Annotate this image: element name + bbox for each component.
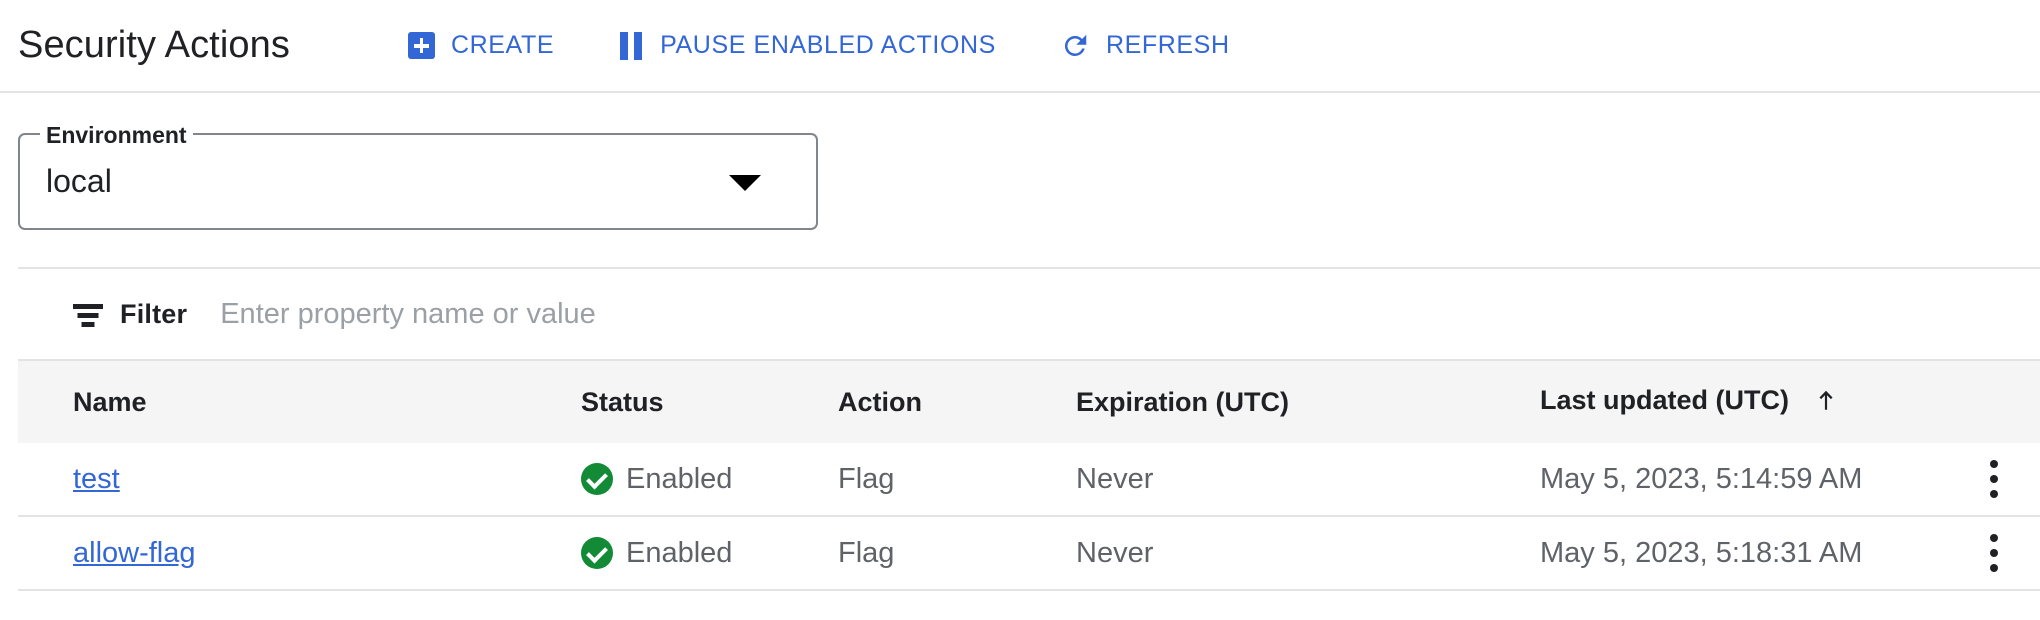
pause-enabled-actions-button-label: PAUSE ENABLED ACTIONS [660, 31, 996, 59]
sort-ascending-arrow-icon [1813, 387, 1839, 420]
page-toolbar: CREATE PAUSE ENABLED ACTIONS REFRESH [404, 25, 1234, 67]
check-circle-icon [581, 463, 613, 495]
chevron-down-icon [729, 175, 761, 191]
refresh-button-label: REFRESH [1105, 31, 1230, 59]
cell-row-menu [1990, 516, 2040, 591]
table-header-row: Name Status Action Expiration (UTC) Last… [18, 361, 2040, 443]
status-badge: Enabled [626, 462, 733, 495]
cell-expiration: Never [1076, 443, 1540, 517]
refresh-button[interactable]: REFRESH [1056, 25, 1234, 67]
cell-name: allow-flag [18, 516, 581, 591]
filter-label: Filter [120, 298, 188, 329]
column-header-action[interactable]: Action [838, 361, 1076, 443]
environment-selected-value: local [46, 163, 112, 199]
filter-list-icon [73, 302, 103, 327]
action-name-link[interactable]: allow-flag [73, 537, 196, 569]
filter-row[interactable]: Filter [18, 269, 2040, 361]
more-vert-icon[interactable] [1990, 534, 2040, 572]
column-header-actions-menu [1990, 361, 2040, 443]
environment-select[interactable]: Environment local [18, 123, 818, 230]
page-header: Security Actions CREATE PAUSE ENABLED AC… [0, 0, 2040, 93]
cell-status: Enabled [581, 516, 838, 591]
table-row[interactable]: test Enabled Flag Never May 5, 2023, 5:1… [18, 443, 2040, 517]
cell-action: Flag [838, 516, 1076, 591]
pause-enabled-actions-button[interactable]: PAUSE ENABLED ACTIONS [614, 25, 1000, 66]
pause-icon [618, 31, 644, 60]
filter-input[interactable] [220, 297, 1121, 331]
more-vert-icon[interactable] [1990, 460, 2040, 498]
table-row[interactable]: allow-flag Enabled Flag Never May 5, 202… [18, 516, 2040, 591]
cell-name: test [18, 443, 581, 517]
column-header-last-updated[interactable]: Last updated (UTC) [1540, 361, 1990, 443]
status-badge: Enabled [626, 536, 733, 569]
cell-action: Flag [838, 443, 1076, 517]
create-button-label: CREATE [450, 31, 555, 59]
cell-status: Enabled [581, 443, 838, 517]
column-header-last-updated-label: Last updated (UTC) [1540, 384, 1789, 415]
cell-expiration: Never [1076, 516, 1540, 591]
column-header-status[interactable]: Status [581, 361, 838, 443]
table-header: Name Status Action Expiration (UTC) Last… [18, 361, 2040, 443]
check-circle-icon [581, 537, 613, 569]
column-header-name[interactable]: Name [18, 361, 581, 443]
table-body: test Enabled Flag Never May 5, 2023, 5:1… [18, 443, 2040, 591]
plus-box-icon [407, 32, 435, 59]
environment-area: Environment local [0, 93, 2040, 230]
cell-last-updated: May 5, 2023, 5:18:31 AM [1540, 516, 1990, 591]
cell-last-updated: May 5, 2023, 5:14:59 AM [1540, 443, 1990, 517]
security-actions-table: Name Status Action Expiration (UTC) Last… [18, 361, 2040, 591]
create-button[interactable]: CREATE [404, 25, 558, 66]
environment-label: Environment [40, 123, 193, 147]
refresh-icon [1064, 34, 1087, 56]
page-title: Security Actions [18, 24, 290, 66]
column-header-expiration[interactable]: Expiration (UTC) [1076, 361, 1540, 443]
cell-row-menu [1990, 443, 2040, 517]
filter-and-table-section: Filter Name Status Action Expiration (UT… [18, 267, 2040, 591]
action-name-link[interactable]: test [73, 463, 120, 495]
